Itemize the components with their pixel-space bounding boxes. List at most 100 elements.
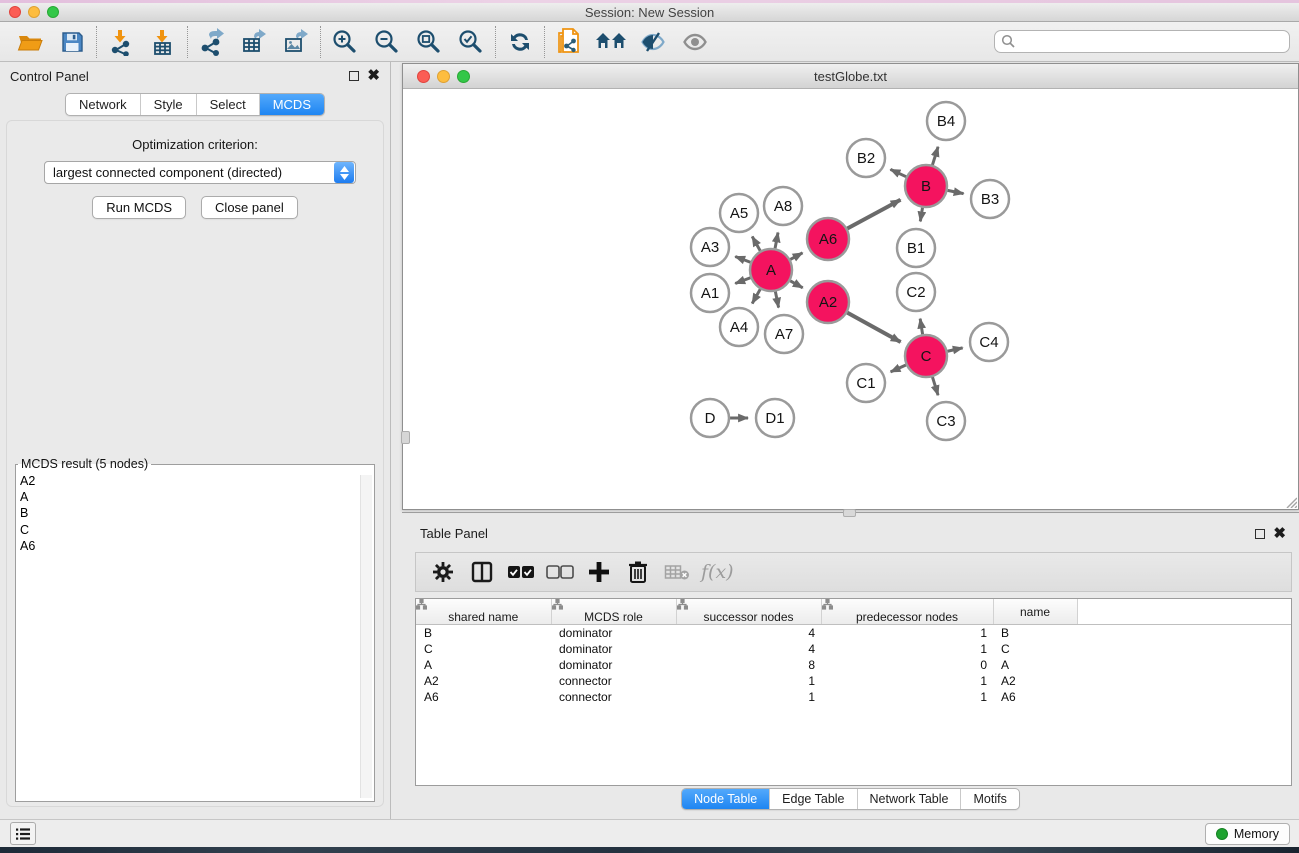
graph-edge-B-B2[interactable]: [890, 169, 906, 176]
tab-mcds[interactable]: MCDS: [259, 94, 324, 115]
graph-node-D1[interactable]: D1: [756, 399, 794, 437]
graph-edge-B-B4[interactable]: [932, 147, 938, 165]
graph-edge-A6-B[interactable]: [847, 200, 900, 229]
table-cell[interactable]: A: [416, 657, 551, 673]
graph-node-A6[interactable]: A6: [807, 218, 849, 260]
resize-grip-icon[interactable]: [1283, 494, 1297, 508]
graph-edge-A-A5[interactable]: [752, 237, 760, 251]
export-image-icon[interactable]: [275, 24, 317, 60]
task-history-button[interactable]: [10, 822, 36, 845]
table-row[interactable]: A6connector11A6: [416, 689, 1291, 705]
graph-node-A3[interactable]: A3: [691, 228, 729, 266]
mcds-result-list[interactable]: A2ABCA6: [20, 473, 358, 798]
close-panel-icon[interactable]: ✖: [1273, 529, 1286, 539]
table-cell[interactable]: A2: [993, 673, 1077, 689]
save-icon[interactable]: [51, 24, 93, 60]
graph-node-A5[interactable]: A5: [720, 194, 758, 232]
graph-edge-A-A3[interactable]: [735, 257, 750, 263]
network-canvas[interactable]: AA1A2A3A4A5A6A7A8BB1B2B3B4CC1C2C3C4DD1: [403, 89, 1298, 509]
hide-details-icon[interactable]: [632, 24, 674, 60]
scrollbar-track[interactable]: [360, 475, 372, 798]
table-cell[interactable]: A2: [416, 673, 551, 689]
splitter-handle[interactable]: [401, 431, 410, 444]
table-settings-gear-icon[interactable]: [428, 557, 458, 587]
graph-node-B4[interactable]: B4: [927, 102, 965, 140]
graph-node-A1[interactable]: A1: [691, 274, 729, 312]
table-cell[interactable]: 1: [676, 689, 821, 705]
criterion-select[interactable]: largest connected component (directed): [44, 161, 356, 184]
mcds-result-item[interactable]: C: [20, 522, 358, 538]
graph-node-B3[interactable]: B3: [971, 180, 1009, 218]
tab-motifs[interactable]: Motifs: [960, 789, 1018, 809]
select-all-rows-icon[interactable]: [506, 557, 536, 587]
table-cell[interactable]: C: [416, 641, 551, 657]
table-row[interactable]: Bdominator41B: [416, 625, 1291, 641]
float-panel-icon[interactable]: [1255, 529, 1265, 539]
mcds-result-item[interactable]: A: [20, 489, 358, 505]
graph-edge-C-C1[interactable]: [891, 365, 906, 372]
import-network-icon[interactable]: [100, 24, 142, 60]
graph-edge-A-A7[interactable]: [775, 292, 778, 308]
column-selector-icon[interactable]: [467, 557, 497, 587]
table-cell[interactable]: 1: [821, 673, 993, 689]
mcds-result-item[interactable]: B: [20, 505, 358, 521]
table-row[interactable]: Adominator80A: [416, 657, 1291, 673]
table-cell[interactable]: 1: [821, 625, 993, 641]
graph-edge-A2-C[interactable]: [847, 313, 900, 342]
memory-button[interactable]: Memory: [1205, 823, 1290, 845]
graph-edge-C-C3[interactable]: [932, 377, 938, 395]
open-folder-icon[interactable]: [9, 24, 51, 60]
tab-network-table[interactable]: Network Table: [857, 789, 961, 809]
column-header-MCDS-role[interactable]: MCDS role: [551, 599, 676, 625]
table-cell[interactable]: dominator: [551, 625, 676, 641]
graph-edge-A-A2[interactable]: [790, 281, 803, 288]
graph-node-A8[interactable]: A8: [764, 187, 802, 225]
graph-node-D[interactable]: D: [691, 399, 729, 437]
tab-edge-table[interactable]: Edge Table: [769, 789, 856, 809]
graph-node-C3[interactable]: C3: [927, 402, 965, 440]
add-column-icon[interactable]: [584, 557, 614, 587]
export-table-icon[interactable]: [233, 24, 275, 60]
graph-node-C4[interactable]: C4: [970, 323, 1008, 361]
graph-node-C2[interactable]: C2: [897, 273, 935, 311]
tab-select[interactable]: Select: [196, 94, 259, 115]
table-cell[interactable]: 4: [676, 625, 821, 641]
mcds-result-item[interactable]: A6: [20, 538, 358, 554]
column-header-predecessor-nodes[interactable]: predecessor nodes: [821, 599, 993, 625]
horizontal-splitter-handle[interactable]: [843, 509, 856, 517]
graph-node-B2[interactable]: B2: [847, 139, 885, 177]
float-panel-icon[interactable]: [349, 71, 359, 81]
zoom-selected-icon[interactable]: [450, 24, 492, 60]
zoom-fit-icon[interactable]: [408, 24, 450, 60]
table-cell[interactable]: dominator: [551, 657, 676, 673]
table-cell[interactable]: 0: [821, 657, 993, 673]
table-cell[interactable]: A6: [416, 689, 551, 705]
table-cell[interactable]: dominator: [551, 641, 676, 657]
graph-node-A2[interactable]: A2: [807, 281, 849, 323]
mcds-result-item[interactable]: A2: [20, 473, 358, 489]
table-cell[interactable]: B: [993, 625, 1077, 641]
column-header-successor-nodes[interactable]: successor nodes: [676, 599, 821, 625]
delete-column-icon[interactable]: [623, 557, 653, 587]
graph-node-B1[interactable]: B1: [897, 229, 935, 267]
run-mcds-button[interactable]: Run MCDS: [92, 196, 186, 219]
deselect-all-rows-icon[interactable]: [545, 557, 575, 587]
homes-icon[interactable]: [590, 24, 632, 60]
graph-node-A[interactable]: A: [750, 249, 792, 291]
graph-node-C[interactable]: C: [905, 335, 947, 377]
search-input[interactable]: [994, 30, 1290, 53]
table-cell[interactable]: C: [993, 641, 1077, 657]
tab-style[interactable]: Style: [140, 94, 196, 115]
graph-edge-C-C4[interactable]: [947, 348, 962, 351]
table-cell[interactable]: A6: [993, 689, 1077, 705]
table-cell[interactable]: 8: [676, 657, 821, 673]
column-header-name[interactable]: name: [993, 599, 1077, 625]
graph-edge-A-A4[interactable]: [752, 289, 760, 303]
import-table-icon[interactable]: [142, 24, 184, 60]
close-panel-icon[interactable]: ✖: [367, 71, 380, 81]
graph-node-A4[interactable]: A4: [720, 308, 758, 346]
table-cell[interactable]: connector: [551, 673, 676, 689]
graph-edge-B-B3[interactable]: [948, 190, 964, 193]
table-row[interactable]: Cdominator41C: [416, 641, 1291, 657]
refresh-layout-icon[interactable]: [499, 24, 541, 60]
